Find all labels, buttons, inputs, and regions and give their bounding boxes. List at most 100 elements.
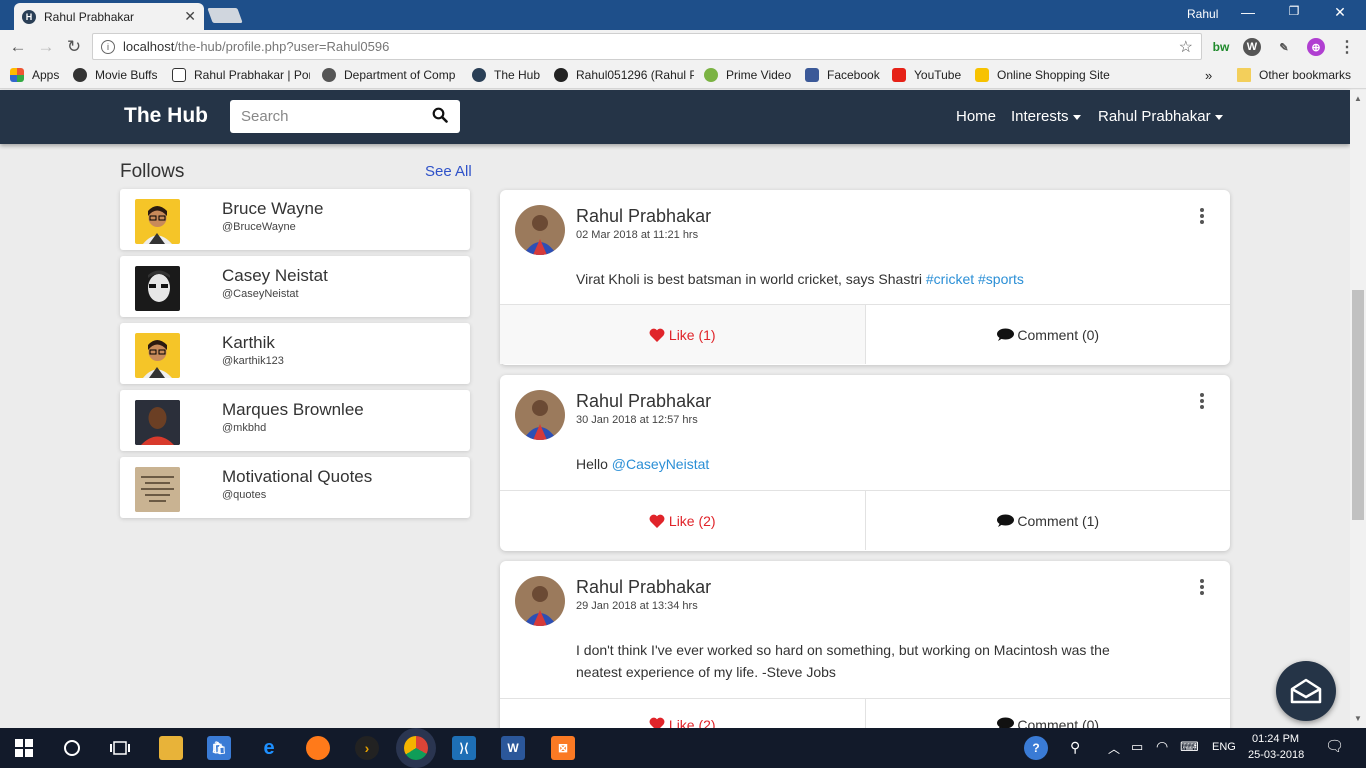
post-date: 02 Mar 2018 at 11:21 hrs xyxy=(576,229,699,241)
follow-name: Karthik xyxy=(222,333,275,352)
browser-tab[interactable]: H Rahul Prabhakar ✕ xyxy=(14,3,204,30)
help-icon[interactable]: ? xyxy=(1024,736,1048,760)
clock-date[interactable]: 25-03-2018 xyxy=(1248,749,1304,761)
post-options-icon[interactable] xyxy=(1200,579,1204,597)
like-button[interactable]: Like (1) xyxy=(500,305,866,364)
post-options-icon[interactable] xyxy=(1200,393,1204,411)
search-input[interactable]: Search xyxy=(230,100,460,133)
page-scrollbar[interactable]: ▲ ▼ xyxy=(1350,90,1366,728)
close-tab-icon[interactable]: ✕ xyxy=(184,8,196,25)
department-icon xyxy=(322,68,336,82)
back-icon[interactable]: ← xyxy=(4,37,32,57)
close-window-icon[interactable]: ✕ xyxy=(1320,4,1360,21)
bookmark-the-hub[interactable]: The Hub xyxy=(472,68,540,82)
bookmark-movie-buffs[interactable]: Movie Buffs xyxy=(73,68,157,82)
bookmark-star-icon[interactable]: ☆ xyxy=(1179,37,1193,57)
xampp-icon[interactable]: ⊠ xyxy=(551,736,575,760)
follow-card[interactable]: Bruce Wayne @BruceWayne xyxy=(120,189,470,250)
vscode-icon[interactable]: ⟩⟨ xyxy=(452,736,476,760)
site-navbar: The Hub Search Home Interests Rahul Prab… xyxy=(0,90,1350,144)
nav-home[interactable]: Home xyxy=(956,108,996,125)
follow-card[interactable]: Marques Brownlee @mkbhd xyxy=(120,390,470,451)
purple-extension-icon[interactable]: ⊕ xyxy=(1307,38,1325,56)
language-indicator[interactable]: ENG xyxy=(1212,741,1236,753)
follow-card[interactable]: Karthik @karthik123 xyxy=(120,323,470,384)
hashtag-links[interactable]: #cricket #sports xyxy=(926,271,1024,287)
forward-icon[interactable]: → xyxy=(32,37,60,57)
bookmark-prime-video[interactable]: Prime Video xyxy=(704,68,791,82)
author-avatar[interactable] xyxy=(515,205,565,255)
bookmark-portfolio[interactable]: Rahul Prabhakar | Por xyxy=(172,68,310,82)
post-author[interactable]: Rahul Prabhakar xyxy=(576,391,711,412)
avatar xyxy=(135,199,180,244)
bookmark-department[interactable]: Department of Comp xyxy=(322,68,460,82)
see-all-link[interactable]: See All xyxy=(425,163,472,180)
cartoon-avatar-icon xyxy=(143,340,172,378)
site-info-icon[interactable]: i xyxy=(101,39,115,54)
edge-icon[interactable]: e xyxy=(257,736,281,760)
new-tab-button[interactable] xyxy=(207,8,243,23)
network-icon[interactable]: ▭ xyxy=(1131,739,1143,755)
chrome-menu-icon[interactable]: ⋮ xyxy=(1338,38,1356,56)
the-hub-icon xyxy=(472,68,486,82)
author-avatar[interactable] xyxy=(515,576,565,626)
cortana-search-icon[interactable] xyxy=(60,736,84,760)
comment-button[interactable]: Comment (0) xyxy=(866,305,1231,364)
restore-icon[interactable]: ❐ xyxy=(1274,4,1314,18)
messages-fab-button[interactable] xyxy=(1276,661,1336,721)
chrome-icon[interactable] xyxy=(404,736,428,760)
follow-card[interactable]: Motivational Quotes @quotes xyxy=(120,457,470,518)
bookmark-github[interactable]: Rahul051296 (Rahul P xyxy=(554,68,694,82)
search-icon[interactable] xyxy=(432,107,448,123)
chevron-down-icon xyxy=(1214,114,1223,120)
store-icon[interactable]: 🛍 xyxy=(207,736,231,760)
notifications-icon[interactable]: 🗨 xyxy=(1325,737,1344,755)
other-bookmarks[interactable]: Other bookmarks xyxy=(1237,68,1351,82)
url-host: localhost xyxy=(123,39,175,54)
minimize-icon[interactable]: — xyxy=(1228,4,1268,20)
clock-time[interactable]: 01:24 PM xyxy=(1252,733,1299,745)
bookmark-apps[interactable]: Apps xyxy=(10,68,59,82)
nav-user-menu[interactable]: Rahul Prabhakar xyxy=(1098,108,1223,125)
follow-handle: @karthik123 xyxy=(222,355,284,367)
profile-name[interactable]: Rahul xyxy=(1187,0,1218,28)
firefox-icon[interactable] xyxy=(306,736,330,760)
follow-handle: @CaseyNeistat xyxy=(222,288,299,300)
word-icon[interactable]: W xyxy=(501,736,525,760)
chevron-up-icon[interactable]: ︿ xyxy=(1108,740,1120,757)
nav-interests[interactable]: Interests xyxy=(1011,108,1081,125)
bookmark-shopping[interactable]: Online Shopping Site xyxy=(975,68,1115,82)
post-actions: Like (2) Comment (1) xyxy=(500,490,1230,550)
heart-icon xyxy=(649,328,665,342)
comment-button[interactable]: Comment (1) xyxy=(866,491,1231,550)
like-button[interactable]: Like (2) xyxy=(500,491,866,550)
reload-icon[interactable]: ↻ xyxy=(60,37,88,57)
bookmark-facebook[interactable]: Facebook xyxy=(805,68,880,82)
mention-link[interactable]: @CaseyNeistat xyxy=(612,456,709,472)
follow-card[interactable]: Casey Neistat @CaseyNeistat xyxy=(120,256,470,317)
wifi-icon[interactable]: ◠ xyxy=(1156,738,1168,755)
scroll-down-icon[interactable]: ▼ xyxy=(1354,714,1362,723)
bookmarks-overflow-icon[interactable]: » xyxy=(1205,68,1212,83)
bookmark-youtube[interactable]: YouTube xyxy=(892,68,961,82)
post-author[interactable]: Rahul Prabhakar xyxy=(576,206,711,227)
bw-extension-icon[interactable]: bw xyxy=(1212,38,1230,56)
author-avatar[interactable] xyxy=(515,390,565,440)
windows-start-icon[interactable] xyxy=(12,736,36,760)
w-extension-icon[interactable]: W xyxy=(1243,38,1261,56)
post-date: 30 Jan 2018 at 12:57 hrs xyxy=(576,414,698,426)
address-bar[interactable]: i localhost/the-hub/profile.php?user=Rah… xyxy=(92,33,1202,60)
post-author[interactable]: Rahul Prabhakar xyxy=(576,577,711,598)
plex-icon[interactable]: › xyxy=(355,736,379,760)
people-icon[interactable]: ⚲ xyxy=(1070,739,1080,756)
brand-logo[interactable]: The Hub xyxy=(124,104,208,128)
scroll-up-icon[interactable]: ▲ xyxy=(1354,94,1362,103)
scrollbar-thumb[interactable] xyxy=(1352,290,1364,520)
profile-photo-icon xyxy=(515,576,565,626)
the-hub-favicon-icon: H xyxy=(22,9,36,24)
keyboard-icon[interactable]: ⌨ xyxy=(1180,739,1199,755)
post-options-icon[interactable] xyxy=(1200,208,1204,226)
eyedropper-extension-icon[interactable]: ✎ xyxy=(1275,38,1293,56)
task-view-icon[interactable] xyxy=(108,736,132,760)
file-explorer-icon[interactable] xyxy=(159,736,183,760)
